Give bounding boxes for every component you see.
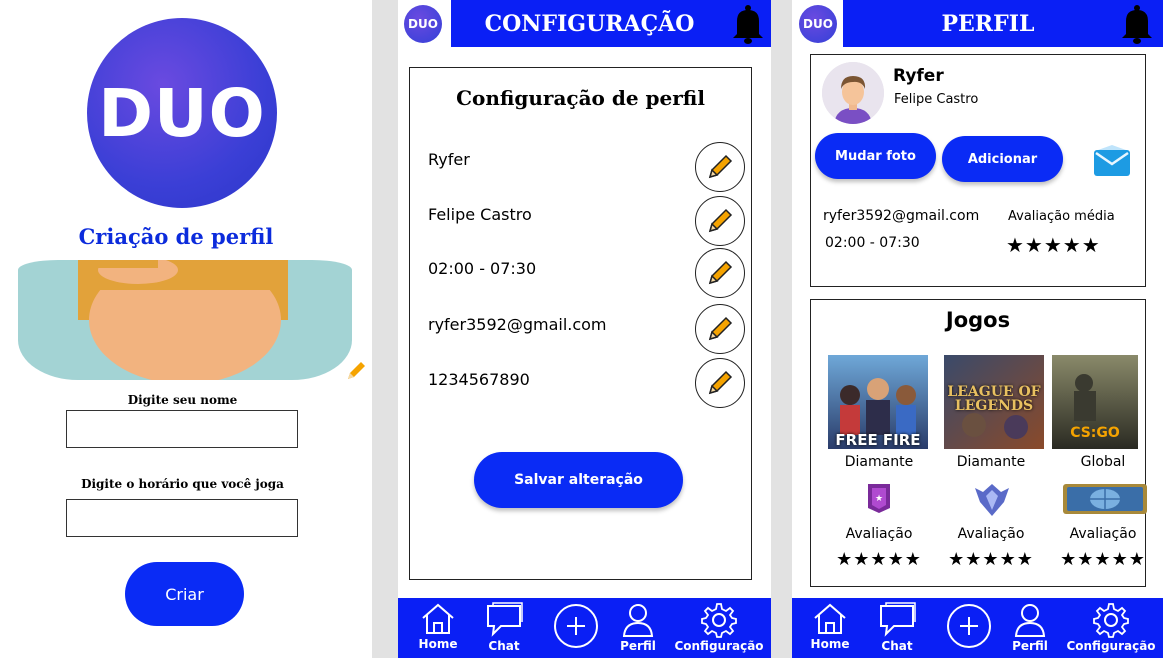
games-title: Jogos (945, 308, 1011, 332)
freefire-cover-text: FREE FIRE (835, 431, 921, 449)
nav-home[interactable]: Home (806, 598, 854, 658)
avatar (822, 62, 884, 124)
avatar-illustration (18, 260, 352, 380)
page-title: Criação de perfil (78, 224, 274, 249)
home-icon (422, 603, 454, 634)
chat-icon (487, 602, 523, 637)
schedule-label: Digite o horário que você joga (81, 477, 284, 491)
nav-settings[interactable]: Configuração (671, 598, 767, 658)
bottom-nav: Home Chat Perfil Configuração (792, 598, 1163, 658)
gear-icon (1093, 603, 1129, 638)
lol-eval-label: Avaliação (957, 526, 1025, 542)
lol-cover-image: LEAGUE OF LEGENDS (944, 355, 1044, 449)
email-value: ryfer3592@gmail.com (428, 315, 607, 334)
rating-stars: ★★★★★ (1006, 233, 1101, 257)
rating-label: Avaliação média (1008, 209, 1115, 224)
games-card: Jogos FREE FIRE Diamante ★ Avaliação ★★★… (810, 299, 1147, 587)
logo-text: DUO (98, 74, 266, 152)
plus-circle-icon (554, 604, 598, 648)
header-title: PERFIL (941, 10, 1035, 37)
duo-badge[interactable]: DUO (404, 5, 442, 43)
lol-rank: Diamante (956, 454, 1026, 470)
nav-chat-label: Chat (881, 639, 913, 653)
name-input[interactable] (66, 410, 298, 448)
change-photo-button[interactable]: Mudar foto (815, 133, 936, 179)
fullname-value: Felipe Castro (428, 205, 532, 224)
freefire-eval-label: Avaliação (845, 526, 913, 542)
freefire-cover-image: FREE FIRE (828, 355, 928, 449)
nav-profile[interactable]: Perfil (1008, 598, 1052, 658)
card-title: Configuração de perfil (456, 86, 705, 110)
global-elite-icon (1063, 484, 1147, 514)
profile-hours: 02:00 - 07:30 (825, 235, 920, 251)
nav-home-label: Home (810, 637, 850, 651)
mail-icon[interactable] (1092, 144, 1132, 178)
csgo-cover-label: CS:GO (1070, 425, 1120, 441)
nav-profile-label: Perfil (1012, 639, 1048, 653)
screen-divider (370, 0, 398, 658)
csgo-cover-image: CS:GO (1052, 355, 1138, 449)
profile-fullname: Felipe Castro (894, 92, 979, 107)
csgo-eval-label: Avaliação (1069, 526, 1137, 542)
bell-icon[interactable] (731, 4, 765, 44)
csgo-rank: Global (1080, 454, 1126, 470)
edit-photo-pencil-icon[interactable] (344, 359, 368, 383)
user-icon (1014, 604, 1046, 637)
duo-logo: DUO (87, 18, 277, 208)
lol-cover-text: LEAGUE OF LEGENDS (947, 384, 1041, 414)
nav-chat-label: Chat (488, 639, 520, 653)
nav-chat[interactable]: Chat (875, 598, 919, 658)
profile-nickname: Ryfer (893, 66, 944, 86)
hours-value: 02:00 - 07:30 (428, 259, 537, 278)
home-icon (814, 603, 846, 634)
user-icon (622, 604, 654, 637)
nav-settings-label: Configuração (674, 639, 764, 653)
nav-settings[interactable]: Configuração (1063, 598, 1159, 658)
nav-settings-label: Configuração (1066, 639, 1156, 653)
diamond-crest-icon (975, 484, 1009, 516)
chat-icon (880, 602, 916, 637)
csgo-stars: ★★★★★ (1060, 549, 1146, 570)
header-title: CONFIGURAÇÃO (484, 10, 695, 37)
edit-fullname-pencil-icon[interactable] (695, 196, 745, 246)
edit-hours-pencil-icon[interactable] (695, 248, 745, 298)
nav-add[interactable] (944, 598, 994, 658)
screen-divider (771, 0, 792, 658)
nav-chat[interactable]: Chat (482, 598, 526, 658)
profile-picture[interactable] (18, 260, 352, 380)
lol-stars: ★★★★★ (948, 549, 1034, 570)
nav-profile-label: Perfil (620, 639, 656, 653)
bottom-nav: Home Chat Perfil Configuração (398, 598, 771, 658)
name-label: Digite seu nome (127, 393, 238, 407)
diamond-rank-icon: ★ (868, 484, 890, 513)
duo-badge[interactable]: DUO (799, 5, 837, 43)
nav-profile[interactable]: Perfil (616, 598, 660, 658)
save-button[interactable]: Salvar alteração (474, 452, 683, 508)
phone-value: 1234567890 (428, 370, 530, 389)
settings-card: Configuração de perfil Ryfer Felipe Cast… (409, 67, 752, 580)
svg-text:★: ★ (875, 494, 883, 504)
nav-home[interactable]: Home (414, 598, 462, 658)
schedule-input[interactable] (66, 499, 298, 537)
nav-home-label: Home (418, 637, 458, 651)
edit-nickname-pencil-icon[interactable] (695, 142, 745, 192)
freefire-stars: ★★★★★ (836, 549, 922, 570)
add-friend-button[interactable]: Adicionar (942, 136, 1063, 182)
nickname-value: Ryfer (428, 150, 470, 169)
profile-email: ryfer3592@gmail.com (823, 208, 980, 224)
edit-email-pencil-icon[interactable] (695, 304, 745, 354)
freefire-rank: Diamante (844, 454, 914, 470)
gear-icon (701, 603, 737, 638)
create-button[interactable]: Criar (125, 562, 244, 626)
plus-circle-icon (947, 604, 991, 648)
csgo-cover-text: CS:GO (1052, 425, 1138, 441)
profile-card: Ryfer Felipe Castro Mudar foto Adicionar… (810, 54, 1146, 287)
bell-icon[interactable] (1120, 4, 1154, 44)
edit-phone-pencil-icon[interactable] (695, 358, 745, 408)
nav-add[interactable] (551, 598, 601, 658)
create-profile-screen: DUO Criação de perfil Digite seu nome Di… (0, 0, 372, 658)
